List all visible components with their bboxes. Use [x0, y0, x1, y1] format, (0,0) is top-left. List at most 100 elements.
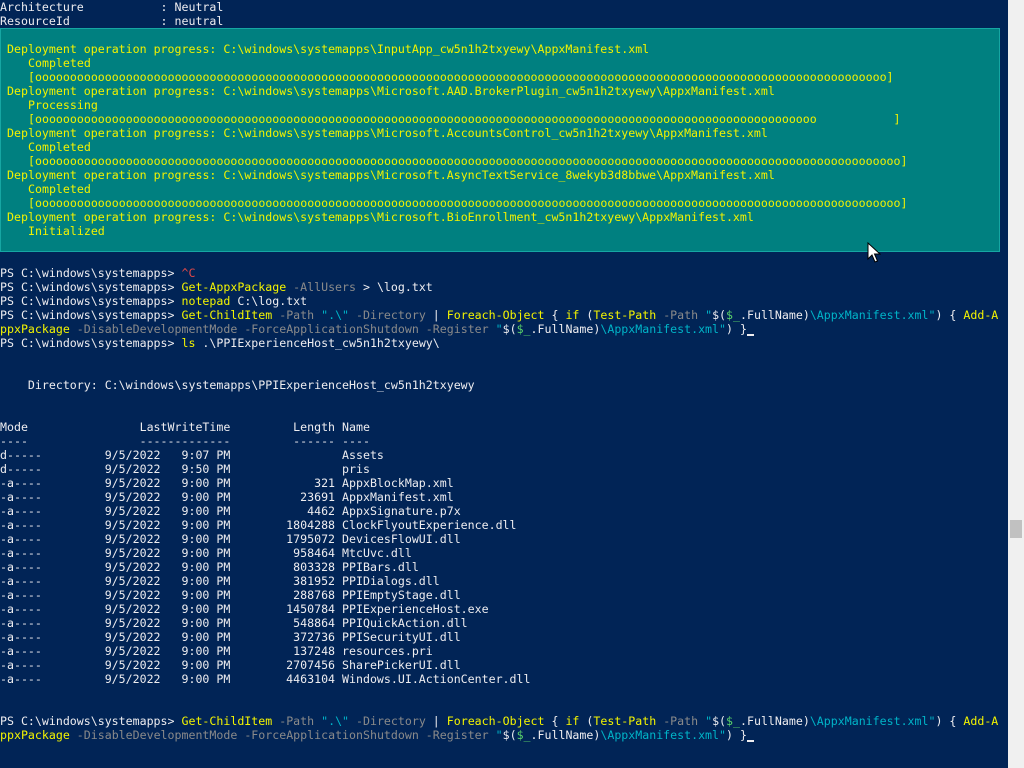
token: .FullName) [740, 308, 810, 322]
file-row: -a---- 9/5/2022 9:00 PM 381952 PPIDialog… [0, 574, 440, 588]
text-cursor [746, 740, 754, 742]
token: Add-A [963, 714, 999, 728]
progress-title: Deployment operation progress: C:\window… [7, 126, 768, 140]
prompt: PS C:\windows\systemapps> [0, 714, 182, 728]
file-row: -a---- 9/5/2022 9:00 PM 1450784 PPIExper… [0, 602, 489, 616]
file-row: -a---- 9/5/2022 9:00 PM 321 AppxBlockMap… [0, 476, 454, 490]
progress-status: Processing [28, 98, 98, 112]
argument: .\PPIExperienceHost_cw5n1h2txyewy\ [195, 336, 440, 350]
token: Get-ChildItem [181, 308, 273, 322]
token: -ForceApplicationShutdown [237, 728, 419, 742]
cmdlet: Get-AppxPackage [181, 280, 287, 294]
progress-bar: [ooooooooooooooooooooooooooooooooooooooo… [28, 70, 894, 84]
token: -Path [656, 308, 699, 322]
token: Test-Path [593, 308, 657, 322]
file-row: -a---- 9/5/2022 9:00 PM 1795072 DevicesF… [0, 532, 461, 546]
token: .FullName) [740, 714, 810, 728]
token: -Directory [349, 308, 426, 322]
table-header: Mode LastWriteTime Length Name [0, 420, 370, 434]
token: | [425, 308, 447, 322]
token: -Directory [349, 714, 426, 728]
command-line: PS C:\windows\systemapps> Get-ChildItem … [0, 308, 1008, 322]
token: " [698, 714, 713, 728]
progress-status: Completed [28, 182, 91, 196]
command-line: PS C:\windows\systemapps> notepad C:\log… [0, 294, 1008, 308]
progress-title: Deployment operation progress: C:\window… [7, 84, 775, 98]
cmdlet: notepad [181, 294, 231, 308]
token: ) { [935, 714, 964, 728]
token: -ForceApplicationShutdown [237, 322, 419, 336]
progress-status: Initialized [28, 224, 105, 238]
token: { [544, 714, 566, 728]
token: -DisableDevelopmentMode [69, 728, 238, 742]
token: Foreach-Object [446, 308, 545, 322]
parameter: -AllUsers [286, 280, 356, 294]
token: Get-ChildItem [181, 714, 273, 728]
token: Test-Path [593, 714, 657, 728]
command-line[interactable]: ppxPackage -DisableDevelopmentMode -Forc… [0, 728, 1008, 742]
token: $_ [726, 714, 741, 728]
token: -Register [418, 728, 489, 742]
token: ) } [726, 728, 747, 742]
token: .FullName) [530, 322, 601, 336]
token: | [425, 714, 447, 728]
progress-status: Completed [28, 56, 91, 70]
token: $_ [516, 322, 531, 336]
token: $_ [726, 308, 741, 322]
file-row: -a---- 9/5/2022 9:00 PM 548864 PPIQuickA… [0, 616, 468, 630]
token: \AppxManifest.xml" [600, 322, 726, 336]
file-row: -a---- 9/5/2022 9:00 PM 1804288 ClockFly… [0, 518, 517, 532]
file-row: -a---- 9/5/2022 9:00 PM 137248 resources… [0, 644, 433, 658]
token: $_ [516, 728, 531, 742]
token: ".\" [314, 308, 350, 322]
file-row: -a---- 9/5/2022 9:00 PM 958464 MtcUvc.dl… [0, 546, 412, 560]
command-line: PS C:\windows\systemapps> ls .\PPIExperi… [0, 336, 1008, 350]
progress-panel: Deployment operation progress: C:\window… [0, 28, 1000, 252]
progress-rows: Deployment operation progress: C:\window… [1, 42, 999, 238]
token: ppxPackage [0, 728, 70, 742]
token: ( [579, 308, 594, 322]
command-line: PS C:\windows\systemapps> Get-AppxPackag… [0, 280, 1008, 294]
command-line: PS C:\windows\systemapps> Get-ChildItem … [0, 714, 1008, 728]
argument: C:\log.txt [230, 294, 308, 308]
progress-bar: [ooooooooooooooooooooooooooooooooooooooo… [28, 112, 901, 126]
token: ".\" [314, 714, 350, 728]
vertical-scrollbar[interactable] [1008, 0, 1024, 768]
file-row: d----- 9/5/2022 9:07 PM Assets [0, 448, 384, 462]
token: Foreach-Object [446, 714, 545, 728]
output-line: Architecture : Neutral [0, 0, 224, 14]
token: ) { [935, 308, 964, 322]
file-row: -a---- 9/5/2022 9:00 PM 288768 PPIEmptyS… [0, 588, 461, 602]
file-row: -a---- 9/5/2022 9:00 PM 2707456 SharePic… [0, 658, 461, 672]
prompt: PS C:\windows\systemapps> [0, 280, 182, 294]
progress-title: Deployment operation progress: C:\window… [7, 42, 650, 56]
progress-title: Deployment operation progress: C:\window… [7, 168, 775, 182]
progress-title: Deployment operation progress: C:\window… [7, 210, 754, 224]
table-divider: ---- ------------- ------ ---- [0, 434, 370, 448]
prompt: PS C:\windows\systemapps> [0, 294, 182, 308]
file-row: -a---- 9/5/2022 9:00 PM 803328 PPIBars.d… [0, 560, 419, 574]
token: { [544, 308, 566, 322]
token: .FullName) [530, 728, 601, 742]
progress-status: Completed [28, 140, 91, 154]
progress-bar: [ooooooooooooooooooooooooooooooooooooooo… [28, 154, 908, 168]
token: $( [502, 728, 517, 742]
file-row: -a---- 9/5/2022 9:00 PM 4463104 Windows.… [0, 672, 531, 686]
prompt: PS C:\windows\systemapps> [0, 336, 182, 350]
token: " [488, 322, 503, 336]
file-row: -a---- 9/5/2022 9:00 PM 4462 AppxSignatu… [0, 504, 461, 518]
file-row: d----- 9/5/2022 9:50 PM pris [0, 462, 370, 476]
prompt: PS C:\windows\systemapps> [0, 308, 182, 322]
scrollbar-thumb[interactable] [1010, 520, 1022, 538]
prompt: PS C:\windows\systemapps> [0, 266, 182, 280]
token: \AppxManifest.xml" [600, 728, 726, 742]
cmdlet: ls [181, 336, 196, 350]
token: if [565, 308, 580, 322]
token: if [565, 714, 580, 728]
file-listing: d----- 9/5/2022 9:07 PM Assets d----- 9/5… [0, 448, 1008, 686]
token: -Register [418, 322, 489, 336]
ctrl-c-text: ^C [181, 266, 196, 280]
file-row: -a---- 9/5/2022 9:00 PM 372736 PPISecuri… [0, 630, 461, 644]
token: ppxPackage [0, 322, 70, 336]
token: -DisableDevelopmentMode [69, 322, 238, 336]
